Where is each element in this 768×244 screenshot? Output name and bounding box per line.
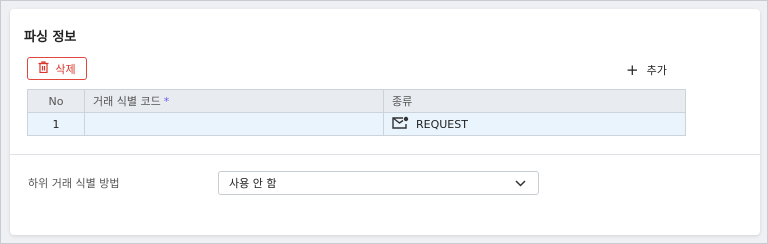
table-header-row: No 거래 식별 코드 * 종류	[27, 89, 686, 113]
section-title: 파싱 정보	[24, 30, 77, 45]
window-frame: 파싱 정보 삭제 + 추가 No 거래 식별 코드 * 종류 1 REQUEST…	[0, 0, 768, 244]
column-header-identifier-label: 거래 식별 코드	[93, 95, 161, 108]
sub-transaction-method-select[interactable]: 사용 안 함	[218, 171, 539, 195]
cell-type-label: REQUEST	[416, 117, 468, 131]
select-value: 사용 안 함	[229, 177, 277, 190]
cell-type[interactable]: REQUEST	[383, 112, 686, 136]
column-header-identifier[interactable]: 거래 식별 코드 *	[84, 89, 384, 113]
column-header-no[interactable]: No	[27, 89, 85, 113]
required-marker: *	[163, 95, 170, 108]
mail-icon	[392, 116, 409, 133]
cell-identifier-code[interactable]	[84, 112, 384, 136]
parsing-table: No 거래 식별 코드 * 종류 1 REQUEST	[27, 89, 686, 136]
plus-icon: +	[626, 60, 639, 79]
section-divider	[10, 154, 760, 155]
chevron-down-icon	[515, 177, 526, 190]
sub-transaction-method-label: 하위 거래 식별 방법	[28, 177, 120, 190]
delete-button-label: 삭제	[55, 62, 76, 76]
parsing-info-panel: 파싱 정보 삭제 + 추가 No 거래 식별 코드 * 종류 1 REQUEST…	[10, 9, 760, 235]
delete-button[interactable]: 삭제	[27, 57, 87, 80]
trash-icon	[38, 61, 49, 76]
add-button-label: 추가	[646, 64, 667, 77]
table-row[interactable]: 1 REQUEST	[27, 112, 686, 136]
cell-no: 1	[27, 112, 85, 136]
add-button[interactable]: + 추가	[626, 62, 667, 78]
column-header-type[interactable]: 종류	[383, 89, 686, 113]
